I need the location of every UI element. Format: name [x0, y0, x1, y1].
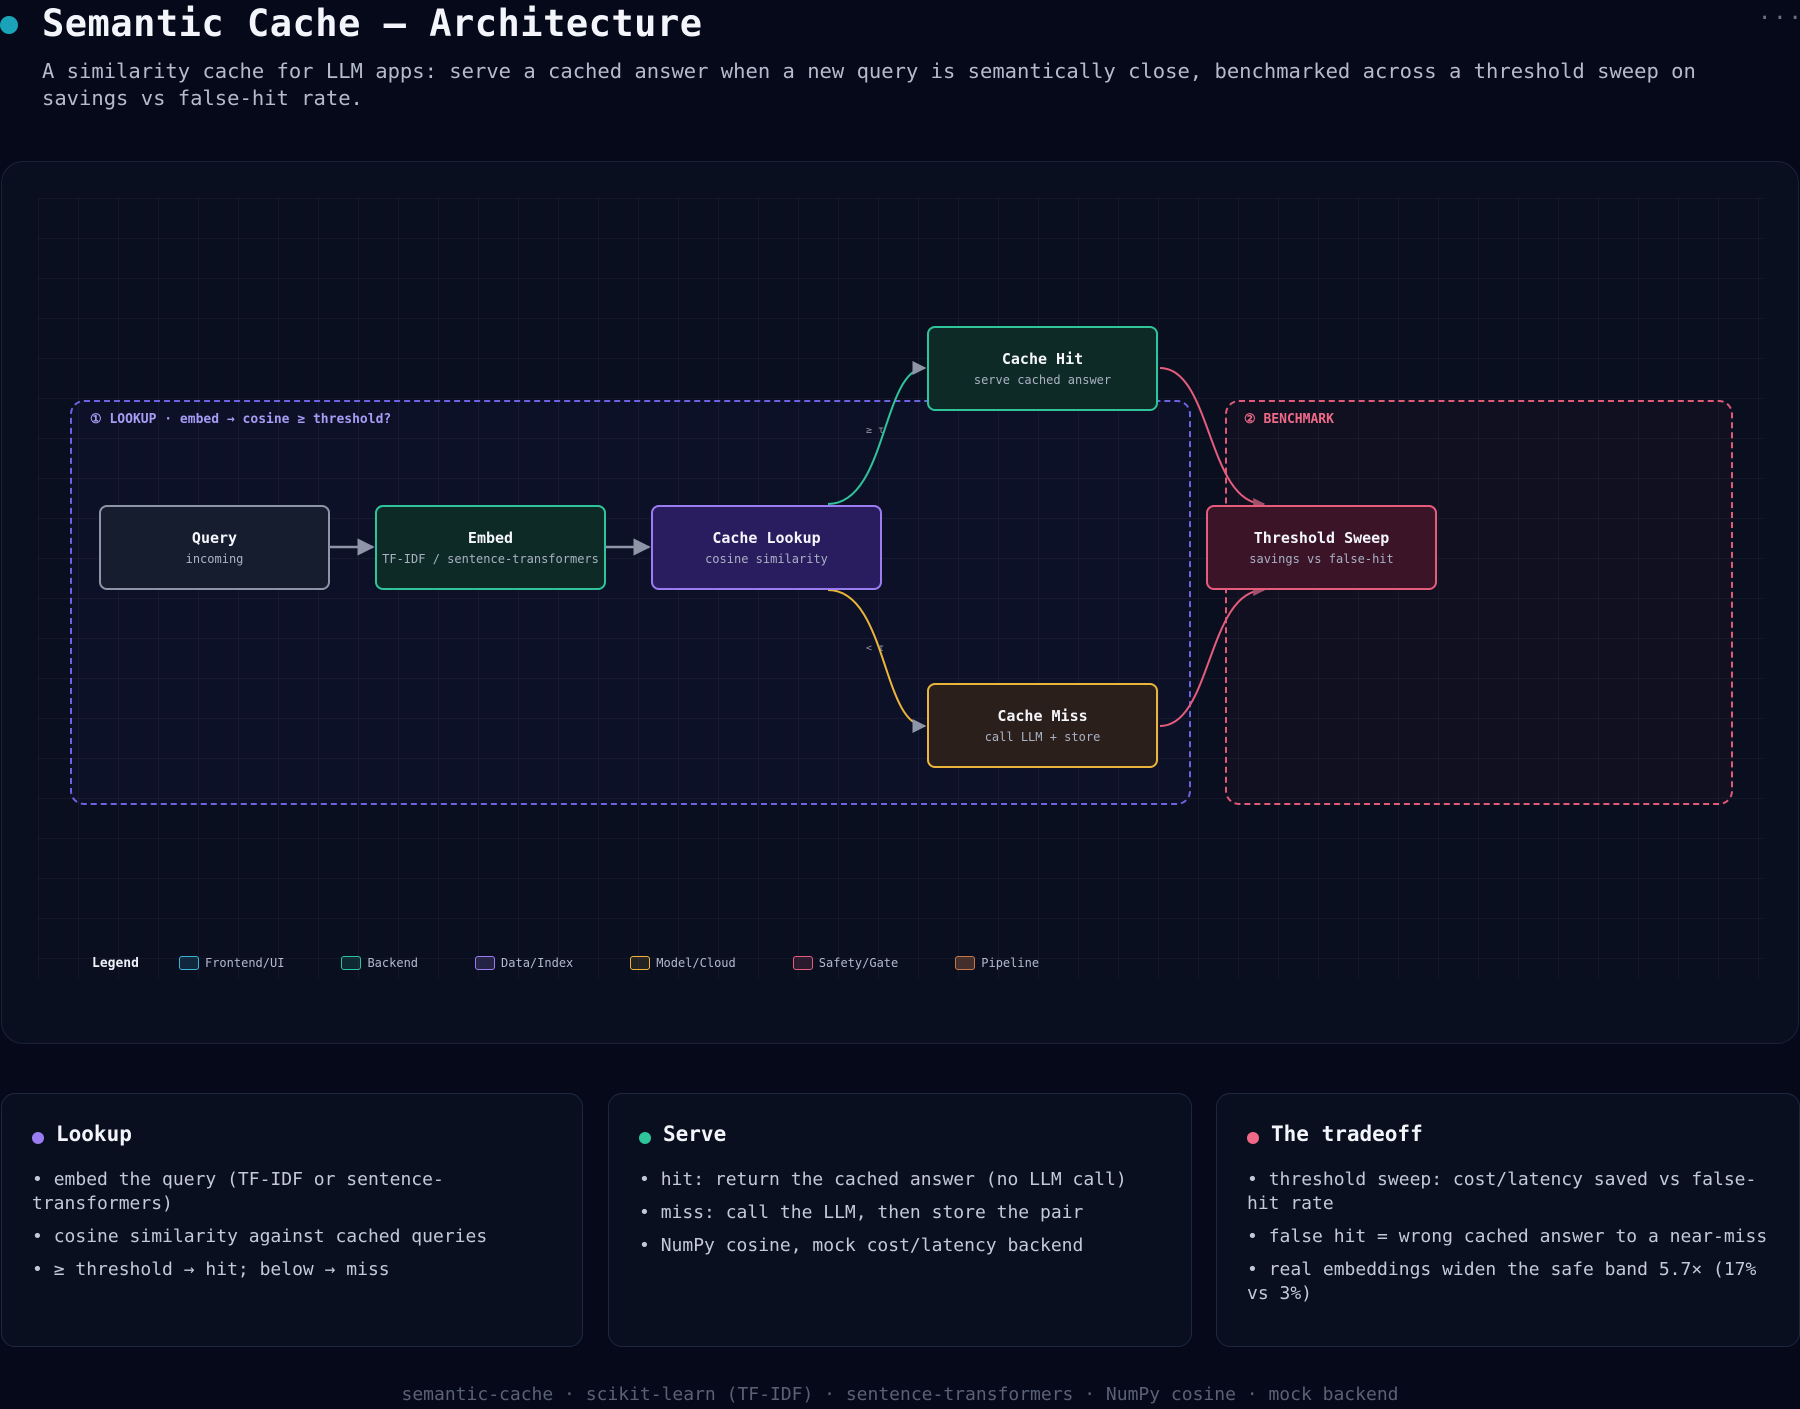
- node-threshold-sweep[interactable]: Threshold Sweep savings vs false-hit: [1206, 505, 1437, 590]
- node-query-title: Query: [191, 529, 238, 547]
- node-cache-hit-subtitle: serve cached answer: [973, 373, 1112, 387]
- card-serve: Serve hit: return the cached answer (no …: [608, 1093, 1192, 1347]
- node-cache-lookup-title: Cache Lookup: [712, 529, 821, 547]
- edge-lookup-hit: [827, 361, 927, 505]
- legend-label-frontend: Frontend/UI: [204, 956, 285, 970]
- node-cache-lookup-subtitle: cosine similarity: [705, 552, 828, 566]
- node-cache-miss[interactable]: Cache Miss call LLM + store: [927, 683, 1158, 768]
- more-icon[interactable]: ···: [1758, 6, 1800, 31]
- card-serve-dot: [639, 1132, 651, 1144]
- legend-label-backend: Backend: [367, 956, 419, 970]
- legend-item-backend: Backend: [341, 956, 418, 970]
- card-lookup: Lookup embed the query (TF-IDF or senten…: [1, 1093, 583, 1347]
- node-cache-miss-subtitle: call LLM + store: [984, 730, 1101, 744]
- node-threshold-sweep-subtitle: savings vs false-hit: [1249, 552, 1394, 566]
- legend-swatch-safety-gate: [792, 956, 813, 970]
- card-lookup-item: ≥ threshold → hit; below → miss: [32, 1258, 562, 1282]
- card-lookup-list: embed the query (TF-IDF or sentence-tran…: [32, 1168, 562, 1291]
- legend-swatch-model-cloud: [630, 956, 651, 970]
- node-cache-hit[interactable]: Cache Hit serve cached answer: [927, 326, 1158, 411]
- edge-miss-sweep: [1159, 584, 1266, 727]
- card-lookup-title: Lookup: [56, 1122, 132, 1146]
- card-lookup-dot: [32, 1132, 44, 1144]
- card-tradeoff-item: false hit = wrong cached answer to a nea…: [1247, 1225, 1777, 1249]
- card-tradeoff-dot: [1247, 1132, 1259, 1144]
- legend-item-safety-gate: Safety/Gate: [792, 956, 899, 970]
- node-embed[interactable]: Embed TF-IDF / sentence-transformers: [375, 505, 606, 590]
- card-serve-title: Serve: [663, 1122, 727, 1146]
- node-cache-lookup[interactable]: Cache Lookup cosine similarity: [651, 505, 882, 590]
- legend-swatch-backend: [341, 956, 362, 970]
- edge-lookup-miss: [827, 589, 927, 733]
- footer: semantic-cache · scikit-learn (TF-IDF) ·…: [401, 1384, 1399, 1405]
- legend-label-data-index: Data/Index: [501, 956, 574, 970]
- card-serve-list: hit: return the cached answer (no LLM ca…: [639, 1168, 1169, 1267]
- node-embed-title: Embed: [467, 529, 514, 547]
- legend-label-safety-gate: Safety/Gate: [818, 956, 899, 970]
- legend-label-pipeline: Pipeline: [981, 956, 1040, 970]
- page-title: Semantic Cache — Architecture: [42, 2, 703, 45]
- card-tradeoff-title: The tradeoff: [1271, 1122, 1423, 1146]
- diagram-panel: ① LOOKUP · embed → cosine ≥ threshold? ②…: [1, 161, 1799, 1044]
- card-serve-item: miss: call the LLM, then store the pair: [639, 1201, 1169, 1225]
- card-serve-item: hit: return the cached answer (no LLM ca…: [639, 1168, 1169, 1192]
- node-query-subtitle: incoming: [185, 552, 244, 566]
- node-query[interactable]: Query incoming: [99, 505, 330, 590]
- legend: Legend Frontend/UI Backend Data/Index Mo…: [92, 953, 1096, 973]
- card-tradeoff: The tradeoff threshold sweep: cost/laten…: [1216, 1093, 1800, 1347]
- node-threshold-sweep-title: Threshold Sweep: [1253, 529, 1390, 547]
- legend-swatch-pipeline: [955, 956, 976, 970]
- legend-item-data-index: Data/Index: [475, 956, 573, 970]
- node-cache-hit-title: Cache Hit: [1001, 350, 1084, 368]
- legend-item-model-cloud: Model/Cloud: [630, 956, 736, 970]
- title-dot: [0, 16, 18, 34]
- edge-label-hit: ≥ τ: [866, 425, 885, 436]
- node-embed-subtitle: TF-IDF / sentence-transformers: [382, 552, 599, 566]
- edge-label-miss: < τ: [866, 643, 885, 654]
- legend-label-model-cloud: Model/Cloud: [656, 956, 736, 970]
- card-tradeoff-list: threshold sweep: cost/latency saved vs f…: [1247, 1168, 1777, 1315]
- legend-item-frontend: Frontend/UI: [178, 956, 285, 970]
- page-subtitle: A similarity cache for LLM apps: serve a…: [42, 59, 1696, 110]
- legend-swatch-data-index: [475, 956, 496, 970]
- node-cache-miss-title: Cache Miss: [997, 707, 1088, 725]
- legend-title: Legend: [92, 955, 139, 971]
- legend-swatch-frontend: [178, 956, 199, 970]
- card-tradeoff-item: threshold sweep: cost/latency saved vs f…: [1247, 1168, 1777, 1216]
- diagram-edges: [330, 361, 1266, 733]
- card-tradeoff-item: real embeddings widen the safe band 5.7×…: [1247, 1258, 1777, 1306]
- card-lookup-item: cosine similarity against cached queries: [32, 1225, 562, 1249]
- edge-hit-sweep: [1159, 367, 1266, 510]
- page: Semantic Cache — Architecture ··· A simi…: [0, 0, 1800, 1409]
- card-serve-item: NumPy cosine, mock cost/latency backend: [639, 1234, 1169, 1258]
- legend-item-pipeline: Pipeline: [955, 956, 1039, 970]
- card-lookup-item: embed the query (TF-IDF or sentence-tran…: [32, 1168, 562, 1216]
